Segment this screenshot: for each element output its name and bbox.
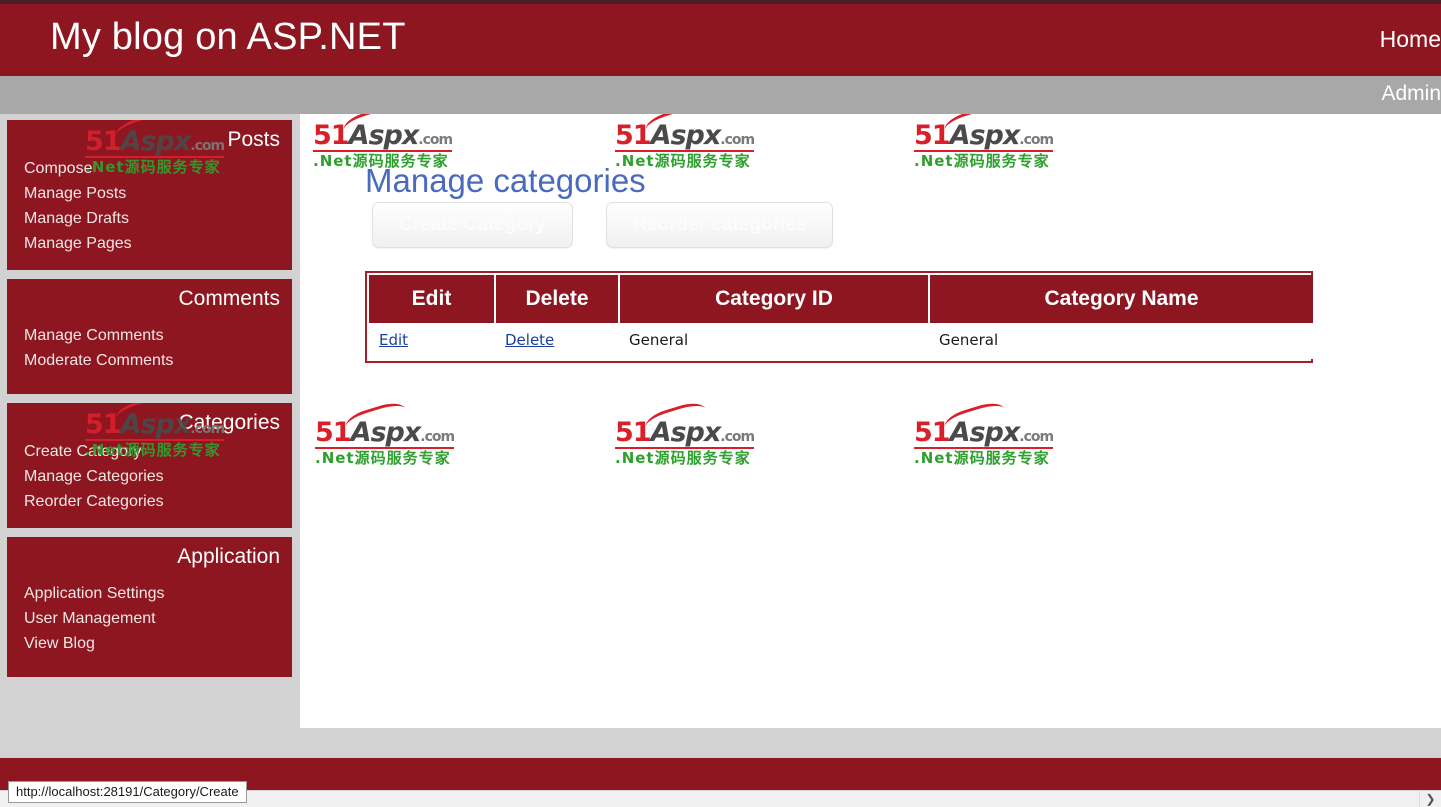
sidebar-panel-title: Application (177, 545, 280, 568)
watermark-tagline: .Net源码服务专家 (914, 449, 1050, 467)
watermark-slash-icon (942, 114, 1009, 145)
column-header-edit: Edit (369, 275, 496, 323)
nav-home[interactable]: Home (1380, 26, 1441, 52)
cell-category-id: General (619, 323, 929, 359)
sidebar-item-compose[interactable]: Compose (24, 156, 292, 181)
sidebar-link-list: Manage Comments Moderate Comments (7, 315, 292, 373)
watermark-rule (615, 150, 755, 152)
watermark-aspx: Aspx (650, 417, 722, 448)
column-header-category-id: Category ID (619, 275, 930, 323)
watermark-aspx: Aspx (350, 417, 422, 448)
watermark-com: .com (720, 429, 755, 445)
watermark-logo: 51Aspx.com .Net源码服务专家 (914, 398, 1054, 467)
watermark-rule (315, 447, 455, 449)
watermark-slash-icon (643, 398, 710, 442)
watermark-rule (615, 447, 755, 449)
sidebar-panel-posts: 51Aspx.com .Net源码服务专家 Posts Compose Mana… (7, 120, 292, 270)
watermark-51: 51 (615, 417, 652, 448)
watermark-tagline: .Net源码服务专家 (914, 152, 1050, 170)
watermark-com: .com (420, 429, 455, 445)
watermark-rule (914, 447, 1054, 449)
watermark-slash-icon (341, 114, 408, 145)
sidebar-panel-title: Categories (178, 411, 280, 434)
status-bar-url: http://localhost:28191/Category/Create (8, 781, 247, 803)
sidebar-panel-title: Comments (178, 287, 280, 310)
watermark-slash-icon (343, 398, 410, 442)
main-content: 51Aspx.com .Net源码服务专家 51Aspx.com .Net源码服… (300, 114, 1441, 728)
watermark-51: 51 (914, 120, 951, 151)
column-header-category-name: Category Name (929, 275, 1313, 323)
watermark-com: .com (720, 132, 755, 148)
chevron-right-icon[interactable]: ❯ (1419, 791, 1441, 807)
categories-table: Edit Delete Category ID Category Name Ed… (369, 275, 1313, 359)
sidebar-item-manage-categories[interactable]: Manage Categories (24, 464, 292, 489)
watermark-logo: 51Aspx.com .Net源码服务专家 (615, 398, 755, 467)
delete-link[interactable]: Delete (505, 331, 554, 349)
sidebar-item-manage-drafts[interactable]: Manage Drafts (24, 206, 292, 231)
subnav-list: Admin (1361, 82, 1441, 106)
watermark-rule (914, 150, 1054, 152)
watermark-51: 51 (615, 120, 652, 151)
watermark-51: 51 (914, 417, 951, 448)
sidebar-panel-application: Application Application Settings User Ma… (7, 537, 292, 677)
sidebar-item-reorder-categories[interactable]: Reorder Categories (24, 489, 292, 514)
watermark-logo: 51Aspx.com .Net源码服务专家 (914, 114, 1054, 170)
subnav-admin[interactable]: Admin (1381, 82, 1441, 105)
sidebar-link-list: Compose Manage Posts Manage Drafts Manag… (7, 156, 292, 256)
sidebar-item-manage-posts[interactable]: Manage Posts (24, 181, 292, 206)
reorder-categories-button[interactable]: Reorder categories (606, 202, 834, 248)
sidebar-item-view-blog[interactable]: View Blog (24, 631, 292, 656)
watermark-rule (313, 150, 453, 152)
create-category-button[interactable]: Create Category (372, 202, 573, 248)
page-title-brand: My blog on ASP.NET (50, 16, 406, 58)
watermark-aspx: Aspx (650, 120, 722, 151)
watermark-slash-icon (643, 114, 710, 145)
watermark-aspx: Aspx (949, 417, 1021, 448)
categories-table-wrapper: Edit Delete Category ID Category Name Ed… (365, 271, 1313, 363)
site-header: My blog on ASP.NET Home (0, 4, 1441, 76)
browser-viewport: My blog on ASP.NET Home Admin 51Aspx.com… (0, 0, 1441, 807)
cell-delete: Delete (495, 323, 619, 359)
edit-link[interactable]: Edit (379, 331, 408, 349)
watermark-51: 51 (315, 417, 352, 448)
table-header-row: Edit Delete Category ID Category Name (369, 275, 1313, 323)
watermark-com: .com (1019, 132, 1054, 148)
watermark-aspx: Aspx (348, 120, 420, 151)
sidebar-item-manage-comments[interactable]: Manage Comments (24, 323, 292, 348)
sidebar-panel-categories: 51Aspx.com .Net源码服务专家 Categories Create … (7, 403, 292, 528)
page-body: 51Aspx.com .Net源码服务专家 Posts Compose Mana… (0, 114, 1441, 758)
sidebar-panel-comments: Comments Manage Comments Moderate Commen… (7, 279, 292, 394)
sidebar-item-create-category[interactable]: Create Category (24, 439, 292, 464)
page-title: Manage categories (365, 162, 646, 200)
table-row: Edit Delete General General (369, 323, 1313, 359)
cell-category-name: General (929, 323, 1313, 359)
sidebar-item-user-management[interactable]: User Management (24, 606, 292, 631)
watermark-slash-icon (942, 398, 1009, 442)
watermark-com: .com (1019, 429, 1054, 445)
header-nav: Home (1358, 26, 1441, 53)
action-button-row: Create Category Reorder categories (372, 202, 862, 248)
cell-edit: Edit (369, 323, 495, 359)
sidebar-link-list: Create Category Manage Categories Reorde… (7, 439, 292, 514)
watermark-51: 51 (313, 120, 350, 151)
sidebar-link-list: Application Settings User Management Vie… (7, 573, 292, 656)
sidebar: 51Aspx.com .Net源码服务专家 Posts Compose Mana… (7, 120, 292, 686)
watermark-tagline: .Net源码服务专家 (315, 449, 451, 467)
column-header-delete: Delete (495, 275, 620, 323)
sidebar-item-manage-pages[interactable]: Manage Pages (24, 231, 292, 256)
watermark-logo: 51Aspx.com .Net源码服务专家 (315, 398, 455, 467)
watermark-tagline: .Net源码服务专家 (615, 449, 751, 467)
subnav-bar: Admin (0, 76, 1441, 114)
sidebar-item-moderate-comments[interactable]: Moderate Comments (24, 348, 292, 373)
watermark-com: .com (418, 132, 453, 148)
watermark-aspx: Aspx (949, 120, 1021, 151)
sidebar-panel-title: Posts (227, 128, 280, 151)
sidebar-item-application-settings[interactable]: Application Settings (24, 581, 292, 606)
